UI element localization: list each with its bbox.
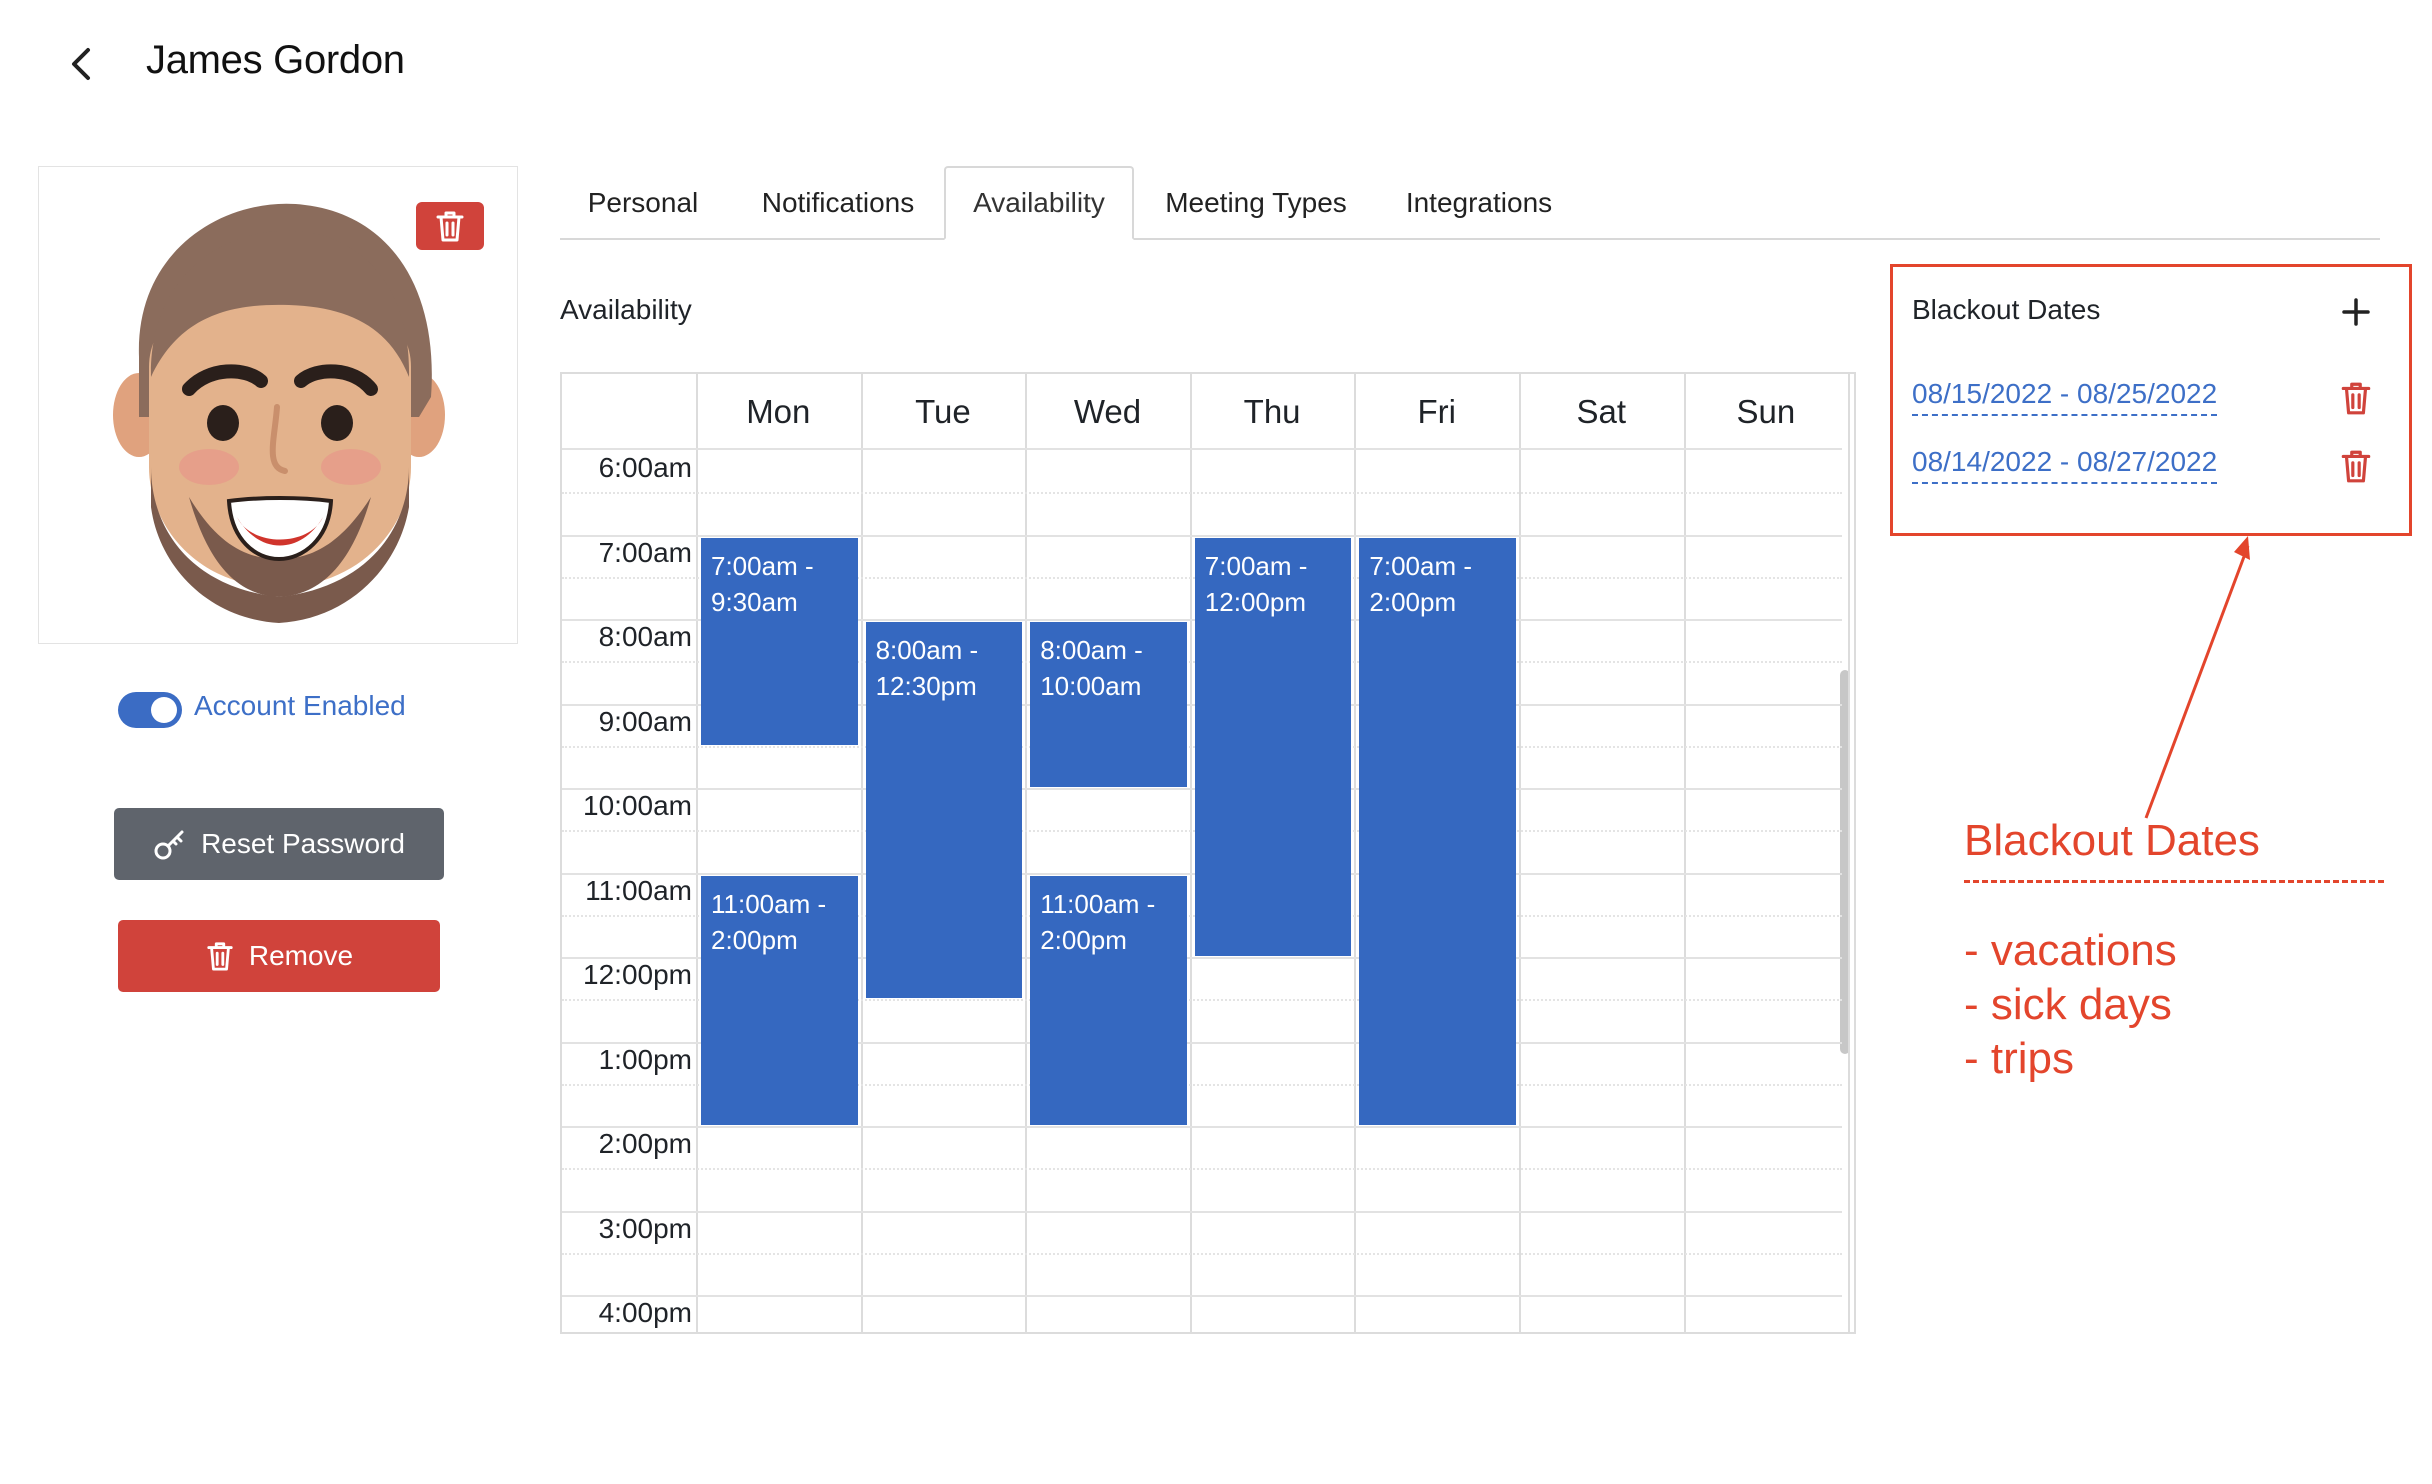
grid-column-divider bbox=[1683, 374, 1686, 1332]
annotation-item: - vacations bbox=[1964, 926, 2177, 975]
availability-section-label: Availability bbox=[560, 294, 692, 325]
grid-column-divider bbox=[860, 374, 863, 1332]
reset-password-label: Reset Password bbox=[201, 828, 405, 859]
grid-column-divider bbox=[1519, 374, 1521, 1332]
time-label: 2:00pm bbox=[598, 1128, 692, 1159]
day-header: Tue bbox=[915, 393, 971, 430]
chevron-left-icon bbox=[72, 48, 90, 80]
grid-row-divider bbox=[562, 534, 1842, 537]
availability-event[interactable]: 11:00am - 2:00pm bbox=[701, 875, 858, 1125]
annotation-item: - trips bbox=[1964, 1034, 2074, 1083]
tab-personal[interactable]: Personal bbox=[560, 166, 726, 240]
event-time-end: 12:00pm bbox=[1204, 586, 1306, 617]
grid-half-hour-divider bbox=[562, 1252, 1842, 1255]
availability-event[interactable]: 7:00am - 2:00pm bbox=[1359, 537, 1516, 1125]
reset-password-button[interactable]: Reset Password bbox=[114, 808, 444, 880]
grid-column-divider bbox=[1025, 374, 1028, 1332]
grid-column-divider bbox=[1848, 374, 1851, 1332]
blackout-range-link[interactable]: 08/15/2022 - 08/25/2022 bbox=[1912, 378, 2218, 416]
avatar-delete-button[interactable] bbox=[416, 202, 484, 250]
availability-event[interactable]: 7:00am - 9:30am bbox=[701, 537, 858, 745]
trash-icon bbox=[207, 942, 233, 971]
grid-half-hour-divider bbox=[562, 1168, 1842, 1171]
grid-row-divider bbox=[562, 1295, 1842, 1297]
event-time-end: 10:00am bbox=[1040, 671, 1142, 701]
availability-calendar: Mon Tue Wed Thu Fri Sat Sun 6:00am 7:00am 8:00am 9… bbox=[560, 372, 1856, 1334]
availability-event[interactable]: 11:00am - 2:00pm bbox=[1030, 875, 1187, 1125]
day-header: Wed bbox=[1073, 393, 1142, 430]
time-label: 11:00am bbox=[585, 874, 692, 906]
annotation-arrow bbox=[2144, 536, 2250, 819]
annotation-item: - sick days bbox=[1964, 980, 2172, 1029]
time-label: 1:00pm bbox=[598, 1043, 692, 1075]
day-header: Mon bbox=[746, 393, 811, 430]
event-time-start: 8:00am - bbox=[1040, 635, 1143, 665]
blackout-range-link[interactable]: 08/14/2022 - 08/27/2022 bbox=[1912, 446, 2218, 484]
delete-blackout-button[interactable] bbox=[2338, 380, 2374, 416]
annotation-title: Blackout Dates bbox=[1964, 816, 2260, 865]
day-header: Fri bbox=[1417, 393, 1456, 430]
day-header: Sat bbox=[1576, 393, 1627, 430]
event-time-end: 2:00pm bbox=[711, 924, 798, 955]
time-label: 12:00pm bbox=[583, 959, 692, 990]
event-time-end: 12:30pm bbox=[875, 671, 977, 701]
day-header: Thu bbox=[1243, 393, 1301, 430]
time-label: 7:00am bbox=[598, 536, 692, 568]
event-time-start: 11:00am - bbox=[1040, 888, 1156, 919]
plus-icon bbox=[2342, 298, 2370, 326]
tab-meeting-types[interactable]: Meeting Types bbox=[1140, 166, 1372, 240]
event-time-start: 7:00am - bbox=[1204, 550, 1308, 581]
event-time-end: 2:00pm bbox=[1369, 586, 1457, 617]
annotation-divider bbox=[1964, 880, 2384, 883]
event-time-start: 7:00am - bbox=[1369, 550, 1472, 581]
trash-icon bbox=[2341, 382, 2371, 415]
page-title: James Gordon bbox=[146, 38, 405, 82]
time-label: 8:00am bbox=[598, 621, 692, 652]
event-time-end: 9:30am bbox=[711, 586, 798, 617]
back-button[interactable] bbox=[60, 42, 104, 86]
availability-event[interactable]: 8:00am - 12:30pm bbox=[865, 622, 1023, 999]
time-label: 6:00am bbox=[598, 452, 692, 483]
availability-event[interactable]: 7:00am - 12:00pm bbox=[1194, 537, 1352, 956]
blackout-dates-title: Blackout Dates bbox=[1912, 294, 2101, 325]
grid-half-hour-divider bbox=[562, 492, 1842, 495]
trash-icon bbox=[2341, 450, 2371, 483]
grid-row-divider bbox=[562, 448, 1842, 450]
account-enabled-toggle[interactable] bbox=[118, 692, 182, 728]
grid-row-divider bbox=[562, 1210, 1842, 1213]
grid-row-divider bbox=[562, 1126, 1842, 1128]
time-label: 10:00am bbox=[583, 790, 692, 821]
grid-column-divider bbox=[1354, 374, 1357, 1332]
grid-column-divider bbox=[1189, 374, 1192, 1332]
account-enabled-label: Account Enabled bbox=[194, 690, 406, 721]
add-blackout-button[interactable] bbox=[2338, 294, 2374, 330]
delete-blackout-button[interactable] bbox=[2338, 448, 2374, 484]
event-time-start: 8:00am - bbox=[875, 635, 979, 665]
key-icon bbox=[154, 830, 184, 860]
remove-label: Remove bbox=[248, 940, 354, 971]
tab-integrations[interactable]: Integrations bbox=[1384, 166, 1574, 240]
event-time-start: 7:00am - bbox=[711, 550, 814, 581]
trash-icon bbox=[436, 211, 464, 242]
grid-column-divider bbox=[696, 374, 698, 1332]
tab-availability[interactable]: Availability bbox=[944, 166, 1134, 240]
event-time-end: 2:00pm bbox=[1040, 924, 1127, 955]
tab-notifications[interactable]: Notifications bbox=[734, 166, 942, 240]
remove-button[interactable]: Remove bbox=[118, 920, 440, 992]
event-time-start: 11:00am - bbox=[711, 888, 827, 919]
time-label: 4:00pm bbox=[598, 1297, 692, 1328]
availability-event[interactable]: 8:00am - 10:00am bbox=[1030, 622, 1187, 787]
time-label: 9:00am bbox=[598, 705, 692, 737]
day-header: Sun bbox=[1736, 393, 1796, 430]
time-label: 3:00pm bbox=[598, 1212, 692, 1244]
